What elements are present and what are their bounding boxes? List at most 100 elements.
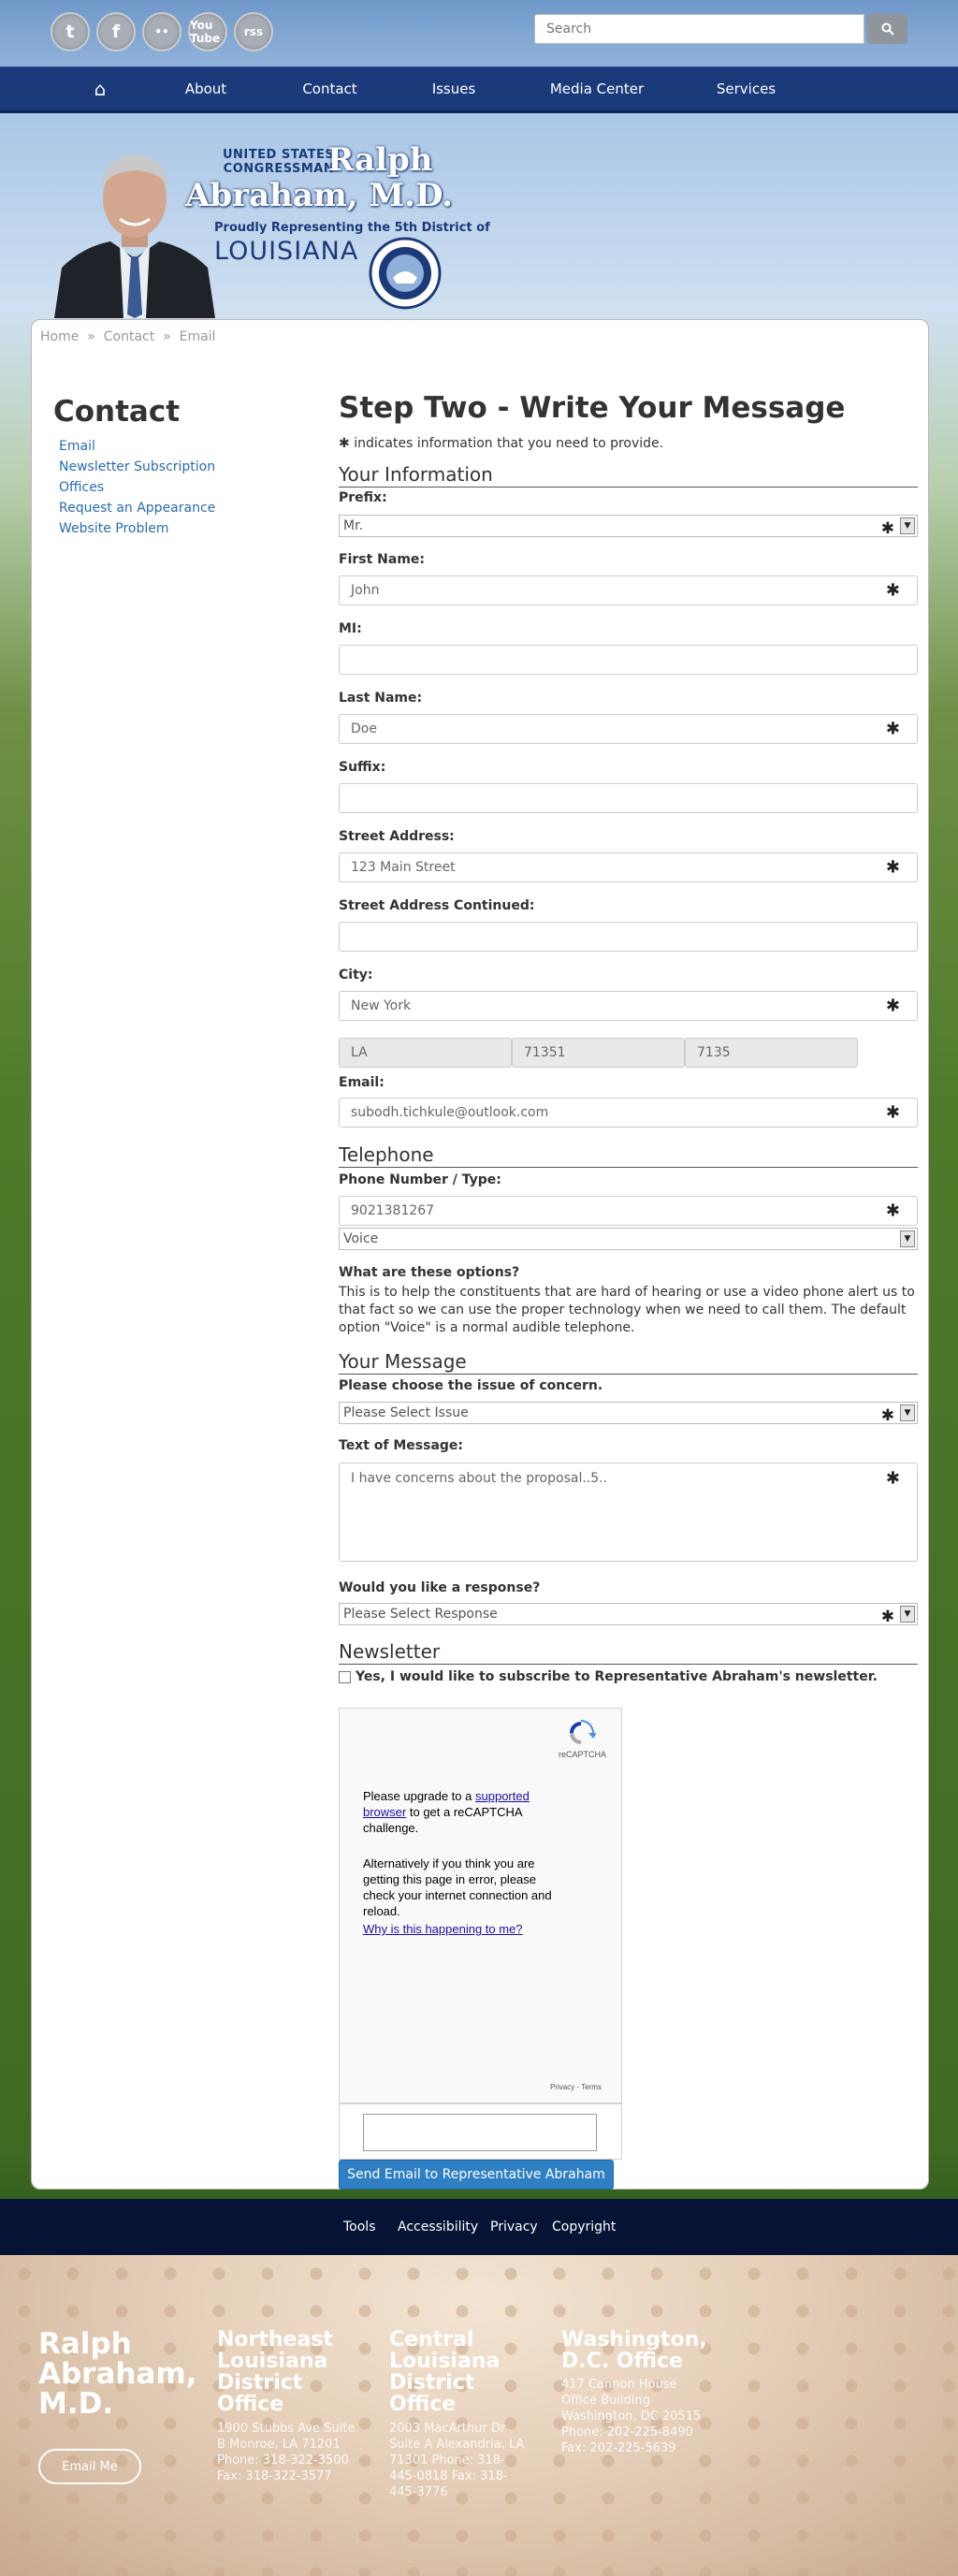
sidebar-link-website-problem[interactable]: Website Problem — [59, 521, 169, 536]
rss-icon[interactable]: rss — [234, 12, 273, 51]
footer-office-northeast-text: 1900 Stubbs Ave Suite B Monroe, LA 71201… — [217, 2422, 356, 2483]
email-me-button[interactable]: Email Me — [38, 2449, 141, 2484]
issue-select[interactable]: Please Select Issue ✱ ▼ — [339, 1402, 918, 1425]
footer-name: Ralph Abraham, M.D. — [38, 2327, 197, 2421]
mi-input[interactable] — [339, 645, 918, 675]
issue-label: Please choose the issue of concern. — [339, 1378, 603, 1393]
phone-value: 9021381267 — [351, 1203, 435, 1218]
nav-contact[interactable]: Contact — [290, 67, 370, 111]
required-icon: ✱ — [885, 857, 900, 878]
content-card: Home » Contact » Email Contact Email New… — [31, 319, 929, 2190]
state-field: LA — [339, 1038, 512, 1068]
street-address-label: Street Address: — [339, 829, 455, 844]
newsletter-checkbox-row: Yes, I would like to subscribe to Repres… — [339, 1669, 878, 1684]
message-textarea[interactable]: I have concerns about the proposal..5.. … — [339, 1463, 918, 1562]
city-value: New York — [351, 998, 412, 1013]
congressman-portrait — [54, 155, 215, 318]
newsletter-checkbox-label: Yes, I would like to subscribe to Repres… — [356, 1669, 878, 1684]
required-note-text: indicates information that you need to p… — [354, 436, 664, 451]
street-address-input[interactable]: 123 Main Street ✱ — [339, 852, 918, 882]
recaptcha-privacy-terms[interactable]: Privacy - Terms — [550, 2083, 602, 2091]
message-label: Text of Message: — [339, 1438, 464, 1453]
recaptcha-brand: reCAPTCHA — [559, 1750, 607, 1759]
section-your-message: Your Message — [339, 1350, 918, 1375]
required-icon: ✱ — [885, 1102, 900, 1123]
required-icon: ✱ — [880, 1406, 894, 1425]
footer-link-tools[interactable]: Tools — [343, 2219, 376, 2234]
nav-issues[interactable]: Issues — [416, 67, 491, 111]
footer-office-dc-title: Washington, D.C. Office — [561, 2328, 707, 2373]
email-value: subodh.tichkule@outlook.com — [351, 1105, 549, 1120]
youtube-icon[interactable]: You Tube — [188, 12, 227, 51]
phone-input[interactable]: 9021381267 ✱ — [339, 1196, 918, 1226]
chevron-down-icon: ▼ — [900, 517, 915, 534]
brand-state: LOUISIANA — [214, 237, 359, 266]
city-input[interactable]: New York ✱ — [339, 991, 918, 1021]
section-newsletter: Newsletter — [339, 1640, 918, 1665]
mi-label: MI: — [339, 621, 362, 636]
phone-label: Phone Number / Type: — [339, 1172, 501, 1187]
message-value: I have concerns about the proposal..5.. — [351, 1471, 608, 1486]
sidebar-link-offices[interactable]: Offices — [59, 480, 104, 495]
street-address-value: 123 Main Street — [351, 860, 456, 875]
recaptcha-alt-text: Alternatively if you think you are getti… — [363, 1856, 552, 1918]
first-name-input[interactable]: John ✱ — [339, 575, 918, 605]
suffix-input[interactable] — [339, 783, 918, 813]
response-label: Would you like a response? — [339, 1580, 541, 1595]
state-seal-icon — [369, 237, 442, 310]
response-select[interactable]: Please Select Response ✱ ▼ — [339, 1603, 918, 1626]
recaptcha-response-box — [339, 2103, 622, 2160]
required-icon: ✱ — [880, 519, 894, 538]
nav-services[interactable]: Services — [706, 67, 786, 111]
footer-link-copyright[interactable]: Copyright — [552, 2219, 616, 2234]
options-title: What are these options? — [339, 1265, 520, 1280]
first-name-label: First Name: — [339, 552, 426, 567]
breadcrumb-home[interactable]: Home — [40, 329, 79, 344]
email-label: Email: — [339, 1075, 385, 1090]
nav-about[interactable]: About — [168, 67, 243, 111]
required-icon: ✱ — [885, 996, 900, 1016]
recaptcha-response-input[interactable] — [363, 2114, 597, 2151]
footer-office-central-text: 2003 MacArthur Dr Suite A Alexandria, LA… — [389, 2422, 525, 2499]
why-link[interactable]: Why is this happening to me? — [363, 1922, 523, 1936]
options-text: This is to help the constituents that ar… — [339, 1285, 915, 1335]
brand-title-small: UNITED STATES CONGRESSMAN — [223, 148, 334, 176]
email-input[interactable]: subodh.tichkule@outlook.com ✱ — [339, 1098, 918, 1128]
required-icon: ✱ — [885, 1468, 900, 1489]
sidebar-link-email[interactable]: Email — [59, 439, 95, 454]
prefix-select[interactable]: Mr. ✱ ▼ — [339, 515, 918, 538]
required-icon: ✱ — [885, 580, 900, 601]
phone-type-value: Voice — [343, 1231, 379, 1246]
required-icon: ✱ — [885, 1201, 900, 1221]
send-email-button[interactable]: Send Email to Representative Abraham — [339, 2160, 614, 2190]
search-input[interactable] — [534, 14, 864, 44]
city-label: City: — [339, 968, 373, 982]
breadcrumb-contact[interactable]: Contact — [104, 329, 154, 344]
newsletter-checkbox[interactable] — [339, 1670, 351, 1683]
street-address2-input[interactable] — [339, 922, 918, 952]
required-note: ✱ indicates information that you need to… — [339, 436, 663, 451]
recaptcha-text-a: Please upgrade to a — [363, 1789, 472, 1803]
home-icon[interactable]: ⌂ — [77, 67, 123, 111]
brand-subtitle: Proudly Representing the 5th District of — [214, 221, 490, 235]
last-name-input[interactable]: Doe ✱ — [339, 714, 918, 744]
chevron-down-icon: ▼ — [900, 1404, 915, 1421]
facebook-icon[interactable]: f — [96, 12, 136, 51]
breadcrumb: Home » Contact » Email — [40, 329, 215, 344]
twitter-icon[interactable]: t — [51, 12, 90, 51]
footer-office-central-title: Central Louisiana District Office — [389, 2328, 501, 2416]
sidebar-link-newsletter[interactable]: Newsletter Subscription — [59, 459, 215, 474]
street-address2-label: Street Address Continued: — [339, 898, 535, 913]
sidebar-link-appearance[interactable]: Request an Appearance — [59, 501, 215, 516]
required-icon: ✱ — [339, 436, 350, 451]
footer-link-privacy[interactable]: Privacy — [490, 2219, 538, 2234]
phone-type-select[interactable]: Voice ▼ — [339, 1228, 918, 1250]
search-icon — [881, 22, 894, 36]
nav-media-center[interactable]: Media Center — [541, 67, 653, 111]
prefix-value: Mr. — [343, 518, 363, 533]
flickr-icon[interactable]: •• — [142, 12, 181, 51]
footer-link-accessibility[interactable]: Accessibility — [398, 2219, 478, 2234]
section-telephone: Telephone — [339, 1143, 918, 1168]
recaptcha-icon — [570, 1720, 596, 1744]
search-button[interactable] — [867, 14, 907, 44]
